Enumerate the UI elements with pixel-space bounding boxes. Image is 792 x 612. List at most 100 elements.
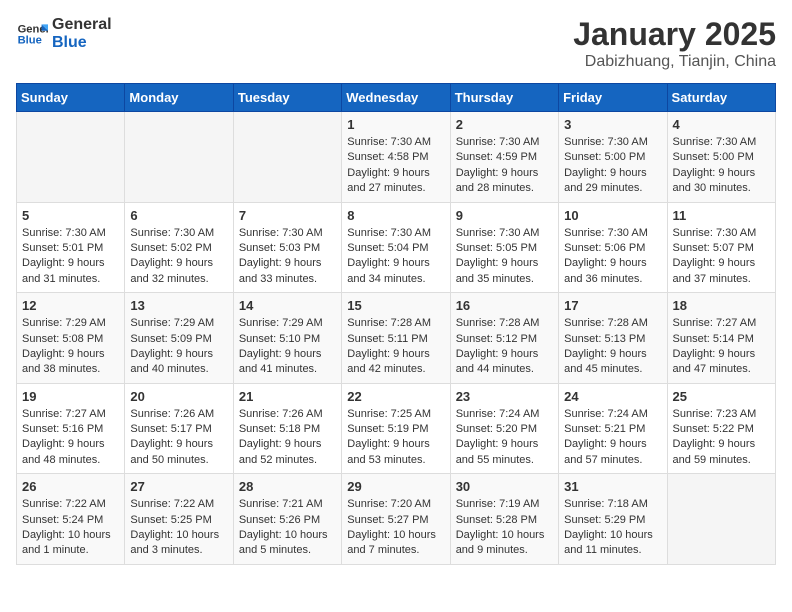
calendar-cell: 5Sunrise: 7:30 AMSunset: 5:01 PMDaylight… (17, 202, 125, 293)
day-number: 22 (347, 389, 444, 404)
day-info: Sunrise: 7:30 AMSunset: 4:58 PMDaylight:… (347, 135, 444, 197)
calendar-cell: 6Sunrise: 7:30 AMSunset: 5:02 PMDaylight… (125, 202, 233, 293)
weekday-header-saturday: Saturday (667, 84, 775, 112)
day-info: Sunrise: 7:28 AMSunset: 5:12 PMDaylight:… (456, 316, 553, 378)
weekday-header-friday: Friday (559, 84, 667, 112)
day-number: 4 (673, 117, 770, 132)
calendar-cell (667, 474, 775, 565)
day-number: 24 (564, 389, 661, 404)
weekday-header-monday: Monday (125, 84, 233, 112)
logo-general-text: General (52, 16, 112, 34)
logo-blue-text: Blue (52, 34, 112, 52)
calendar-cell: 11 Sunrise: 7:30 AMSunset: 5:07 PMDayligh… (667, 202, 775, 293)
calendar-cell: 9Sunrise: 7:30 AMSunset: 5:05 PMDaylight… (450, 202, 558, 293)
day-info: Sunrise: 7:30 AMSunset: 5:04 PMDaylight:… (347, 226, 444, 288)
day-info: Sunrise: 7:30 AMSunset: 5:02 PMDaylight:… (130, 226, 227, 288)
calendar-cell: 19 Sunrise: 7:27 AMSunset: 5:16 PMDayligh… (17, 383, 125, 474)
logo-icon: General Blue (16, 18, 48, 50)
day-info: Sunrise: 7:28 AMSunset: 5:11 PMDaylight:… (347, 316, 444, 378)
day-info: Sunrise: 7:21 AMSunset: 5:26 PMDaylight:… (239, 497, 336, 559)
day-number: 13 (130, 298, 227, 313)
calendar-week-row: 1 Sunrise: 7:30 AMSunset: 4:58 PMDaylight… (17, 112, 776, 203)
day-number: 23 (456, 389, 553, 404)
calendar-cell: 13 Sunrise: 7:29 AMSunset: 5:09 PMDayligh… (125, 293, 233, 384)
svg-text:Blue: Blue (18, 35, 42, 47)
calendar-week-row: 19 Sunrise: 7:27 AMSunset: 5:16 PMDayligh… (17, 383, 776, 474)
calendar-cell: 22 Sunrise: 7:25 AMSunset: 5:19 PMDayligh… (342, 383, 450, 474)
day-number: 7 (239, 208, 336, 223)
page-header: General Blue General Blue January 2025 D… (16, 16, 776, 71)
calendar-cell: 18 Sunrise: 7:27 AMSunset: 5:14 PMDayligh… (667, 293, 775, 384)
day-number: 17 (564, 298, 661, 313)
day-info: Sunrise: 7:30 AMSunset: 5:07 PMDaylight:… (673, 226, 770, 288)
day-number: 29 (347, 479, 444, 494)
calendar-cell: 28 Sunrise: 7:21 AMSunset: 5:26 PMDayligh… (233, 474, 341, 565)
day-info: Sunrise: 7:28 AMSunset: 5:13 PMDaylight:… (564, 316, 661, 378)
day-info: Sunrise: 7:24 AMSunset: 5:21 PMDaylight:… (564, 407, 661, 469)
day-info: Sunrise: 7:30 AMSunset: 4:59 PMDaylight:… (456, 135, 553, 197)
calendar-cell: 3Sunrise: 7:30 AMSunset: 5:00 PMDaylight… (559, 112, 667, 203)
day-info: Sunrise: 7:23 AMSunset: 5:22 PMDaylight:… (673, 407, 770, 469)
calendar-cell: 2 Sunrise: 7:30 AMSunset: 4:59 PMDaylight… (450, 112, 558, 203)
day-info: Sunrise: 7:29 AMSunset: 5:10 PMDaylight:… (239, 316, 336, 378)
weekday-header-tuesday: Tuesday (233, 84, 341, 112)
calendar-cell: 10 Sunrise: 7:30 AMSunset: 5:06 PMDayligh… (559, 202, 667, 293)
weekday-header-thursday: Thursday (450, 84, 558, 112)
day-info: Sunrise: 7:27 AMSunset: 5:14 PMDaylight:… (673, 316, 770, 378)
day-number: 27 (130, 479, 227, 494)
calendar-cell: 7 Sunrise: 7:30 AMSunset: 5:03 PMDaylight… (233, 202, 341, 293)
day-number: 28 (239, 479, 336, 494)
day-info: Sunrise: 7:30 AMSunset: 5:06 PMDaylight:… (564, 226, 661, 288)
day-number: 2 (456, 117, 553, 132)
calendar-week-row: 5Sunrise: 7:30 AMSunset: 5:01 PMDaylight… (17, 202, 776, 293)
day-number: 26 (22, 479, 119, 494)
day-number: 18 (673, 298, 770, 313)
day-number: 19 (22, 389, 119, 404)
calendar-cell: 26 Sunrise: 7:22 AMSunset: 5:24 PMDayligh… (17, 474, 125, 565)
day-number: 31 (564, 479, 661, 494)
weekday-header-sunday: Sunday (17, 84, 125, 112)
day-number: 16 (456, 298, 553, 313)
day-info: Sunrise: 7:29 AMSunset: 5:09 PMDaylight:… (130, 316, 227, 378)
calendar-cell: 20Sunrise: 7:26 AMSunset: 5:17 PMDayligh… (125, 383, 233, 474)
calendar-cell: 14 Sunrise: 7:29 AMSunset: 5:10 PMDayligh… (233, 293, 341, 384)
calendar-cell: 17 Sunrise: 7:28 AMSunset: 5:13 PMDayligh… (559, 293, 667, 384)
calendar-cell: 31Sunrise: 7:18 AMSunset: 5:29 PMDayligh… (559, 474, 667, 565)
title-block: January 2025 Dabizhuang, Tianjin, China (573, 16, 776, 71)
day-info: Sunrise: 7:30 AMSunset: 5:05 PMDaylight:… (456, 226, 553, 288)
day-number: 15 (347, 298, 444, 313)
day-number: 3 (564, 117, 661, 132)
subtitle: Dabizhuang, Tianjin, China (573, 53, 776, 71)
calendar-cell: 24 Sunrise: 7:24 AMSunset: 5:21 PMDayligh… (559, 383, 667, 474)
day-number: 8 (347, 208, 444, 223)
day-info: Sunrise: 7:30 AMSunset: 5:00 PMDaylight:… (673, 135, 770, 197)
day-info: Sunrise: 7:22 AMSunset: 5:24 PMDaylight:… (22, 497, 119, 559)
day-number: 11 (673, 208, 770, 223)
day-number: 30 (456, 479, 553, 494)
day-info: Sunrise: 7:25 AMSunset: 5:19 PMDaylight:… (347, 407, 444, 469)
day-info: Sunrise: 7:22 AMSunset: 5:25 PMDaylight:… (130, 497, 227, 559)
calendar-cell: 29Sunrise: 7:20 AMSunset: 5:27 PMDayligh… (342, 474, 450, 565)
day-info: Sunrise: 7:19 AMSunset: 5:28 PMDaylight:… (456, 497, 553, 559)
day-number: 1 (347, 117, 444, 132)
day-info: Sunrise: 7:27 AMSunset: 5:16 PMDaylight:… (22, 407, 119, 469)
day-info: Sunrise: 7:30 AMSunset: 5:03 PMDaylight:… (239, 226, 336, 288)
day-number: 14 (239, 298, 336, 313)
main-title: January 2025 (573, 16, 776, 53)
calendar-cell: 1 Sunrise: 7:30 AMSunset: 4:58 PMDaylight… (342, 112, 450, 203)
calendar-cell: 12Sunrise: 7:29 AMSunset: 5:08 PMDayligh… (17, 293, 125, 384)
calendar-cell: 4 Sunrise: 7:30 AMSunset: 5:00 PMDaylight… (667, 112, 775, 203)
calendar-cell: 30 Sunrise: 7:19 AMSunset: 5:28 PMDayligh… (450, 474, 558, 565)
logo: General Blue General Blue (16, 16, 112, 52)
calendar-week-row: 26 Sunrise: 7:22 AMSunset: 5:24 PMDayligh… (17, 474, 776, 565)
calendar-cell: 25 Sunrise: 7:23 AMSunset: 5:22 PMDayligh… (667, 383, 775, 474)
day-number: 25 (673, 389, 770, 404)
day-number: 5 (22, 208, 119, 223)
weekday-header-row: SundayMondayTuesdayWednesdayThursdayFrid… (17, 84, 776, 112)
day-number: 20 (130, 389, 227, 404)
calendar-week-row: 12Sunrise: 7:29 AMSunset: 5:08 PMDayligh… (17, 293, 776, 384)
calendar-cell: 23Sunrise: 7:24 AMSunset: 5:20 PMDayligh… (450, 383, 558, 474)
weekday-header-wednesday: Wednesday (342, 84, 450, 112)
day-number: 10 (564, 208, 661, 223)
calendar-table: SundayMondayTuesdayWednesdayThursdayFrid… (16, 83, 776, 565)
